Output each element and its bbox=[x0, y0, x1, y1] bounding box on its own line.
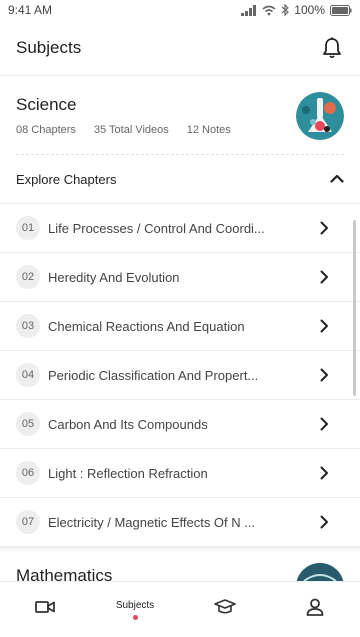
chapters-count: 08 Chapters bbox=[16, 124, 76, 136]
chapter-title: Electricity / Magnetic Effects Of N ... bbox=[48, 514, 256, 530]
subject-card-science[interactable]: Science 08 Chapters 35 Total Videos 12 N… bbox=[0, 77, 360, 155]
chapter-number: 02 bbox=[16, 265, 40, 289]
chapter-item[interactable]: 07 Electricity / Magnetic Effects Of N .… bbox=[0, 498, 360, 547]
chapter-item[interactable]: 04 Periodic Classification And Propert..… bbox=[0, 351, 360, 400]
chevron-right-icon bbox=[316, 269, 332, 285]
chapter-title: Heredity And Evolution bbox=[48, 269, 180, 285]
battery-percent: 100% bbox=[294, 3, 325, 17]
battery-icon bbox=[330, 4, 352, 16]
app-header: Subjects bbox=[0, 20, 360, 76]
subject-meta: 08 Chapters 35 Total Videos 12 Notes bbox=[16, 124, 231, 136]
status-icons: 100% bbox=[241, 3, 352, 17]
chapter-number: 01 bbox=[16, 216, 40, 240]
chapter-item[interactable]: 02 Heredity And Evolution bbox=[0, 253, 360, 302]
chapter-title: Carbon And Its Compounds bbox=[48, 416, 208, 432]
explore-chapters-toggle[interactable]: Explore Chapters bbox=[0, 155, 360, 204]
wifi-icon bbox=[262, 5, 276, 16]
chapter-item[interactable]: 06 Light : Reflection Refraction bbox=[0, 449, 360, 498]
chapter-number: 05 bbox=[16, 412, 40, 436]
signal-icon bbox=[241, 4, 257, 16]
nav-subjects-label: Subjects bbox=[115, 599, 155, 611]
profile-icon bbox=[306, 598, 324, 621]
card-shadow bbox=[0, 546, 360, 552]
video-icon bbox=[35, 600, 55, 619]
chapter-title: Light : Reflection Refraction bbox=[48, 465, 208, 481]
bell-icon[interactable] bbox=[320, 36, 344, 60]
subject-name: Science bbox=[16, 95, 77, 114]
chevron-right-icon bbox=[316, 514, 332, 530]
chapter-number: 07 bbox=[16, 510, 40, 534]
status-bar: 9:41 AM 100% bbox=[0, 0, 360, 20]
nav-videos[interactable] bbox=[0, 582, 90, 637]
status-time: 9:41 AM bbox=[8, 3, 53, 17]
nav-subjects[interactable]: Subjects bbox=[90, 582, 180, 637]
nav-courses[interactable] bbox=[180, 582, 270, 637]
graduation-cap-icon bbox=[214, 599, 236, 620]
videos-count: 35 Total Videos bbox=[93, 124, 169, 136]
notes-count: 12 Notes bbox=[186, 124, 231, 136]
scrollbar[interactable] bbox=[353, 220, 356, 396]
page-title: Subjects bbox=[16, 37, 82, 57]
chapter-title: Periodic Classification And Propert... bbox=[48, 367, 259, 383]
chapter-item[interactable]: 01 Life Processes / Control And Coordi..… bbox=[0, 204, 360, 253]
chapter-item[interactable]: 05 Carbon And Its Compounds bbox=[0, 400, 360, 449]
chapter-title: Life Processes / Control And Coordi... bbox=[48, 220, 265, 236]
bottom-nav: Subjects bbox=[0, 581, 360, 637]
nav-profile[interactable] bbox=[270, 582, 360, 637]
chevron-right-icon bbox=[316, 465, 332, 481]
explore-chapters-label: Explore Chapters bbox=[16, 171, 117, 187]
chapter-list: 01 Life Processes / Control And Coordi..… bbox=[0, 204, 360, 547]
active-indicator-dot bbox=[132, 614, 138, 620]
chevron-right-icon bbox=[316, 318, 332, 334]
chevron-right-icon bbox=[316, 220, 332, 236]
chapter-title: Chemical Reactions And Equation bbox=[48, 318, 245, 334]
bluetooth-icon bbox=[281, 4, 290, 16]
chapter-number: 06 bbox=[16, 461, 40, 485]
chapter-number: 04 bbox=[16, 363, 40, 387]
science-thumbnail bbox=[296, 92, 344, 140]
chapter-item[interactable]: 03 Chemical Reactions And Equation bbox=[0, 302, 360, 351]
chevron-up-icon bbox=[330, 170, 344, 188]
chevron-right-icon bbox=[316, 367, 332, 383]
chevron-right-icon bbox=[316, 416, 332, 432]
chapter-number: 03 bbox=[16, 314, 40, 338]
